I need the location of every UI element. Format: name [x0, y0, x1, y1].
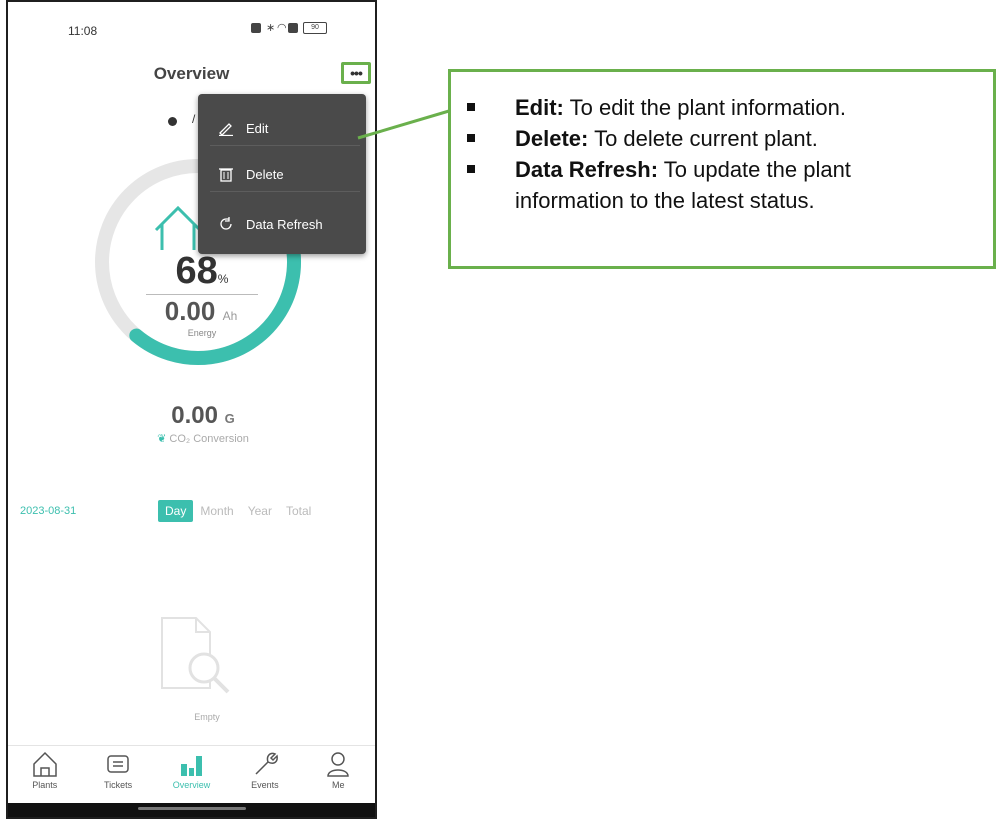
- callout-box: Edit: To edit the plant information. Del…: [448, 69, 996, 269]
- callout-item-edit: Edit: To edit the plant information.: [467, 92, 851, 123]
- callout-term: Edit:: [515, 95, 564, 120]
- callout-term: Delete:: [515, 126, 589, 151]
- callout-desc: To update the plant: [658, 157, 851, 182]
- callout-item-data-refresh: Data Refresh: To update the plant: [467, 154, 851, 185]
- callout-list: Edit: To edit the plant information. Del…: [467, 92, 851, 216]
- callout-term: Data Refresh:: [515, 157, 659, 182]
- callout-desc: To delete current plant.: [588, 126, 818, 151]
- callout-desc: To edit the plant information.: [563, 95, 846, 120]
- callout-item-delete: Delete: To delete current plant.: [467, 123, 851, 154]
- callout-continuation: information to the latest status.: [515, 188, 815, 213]
